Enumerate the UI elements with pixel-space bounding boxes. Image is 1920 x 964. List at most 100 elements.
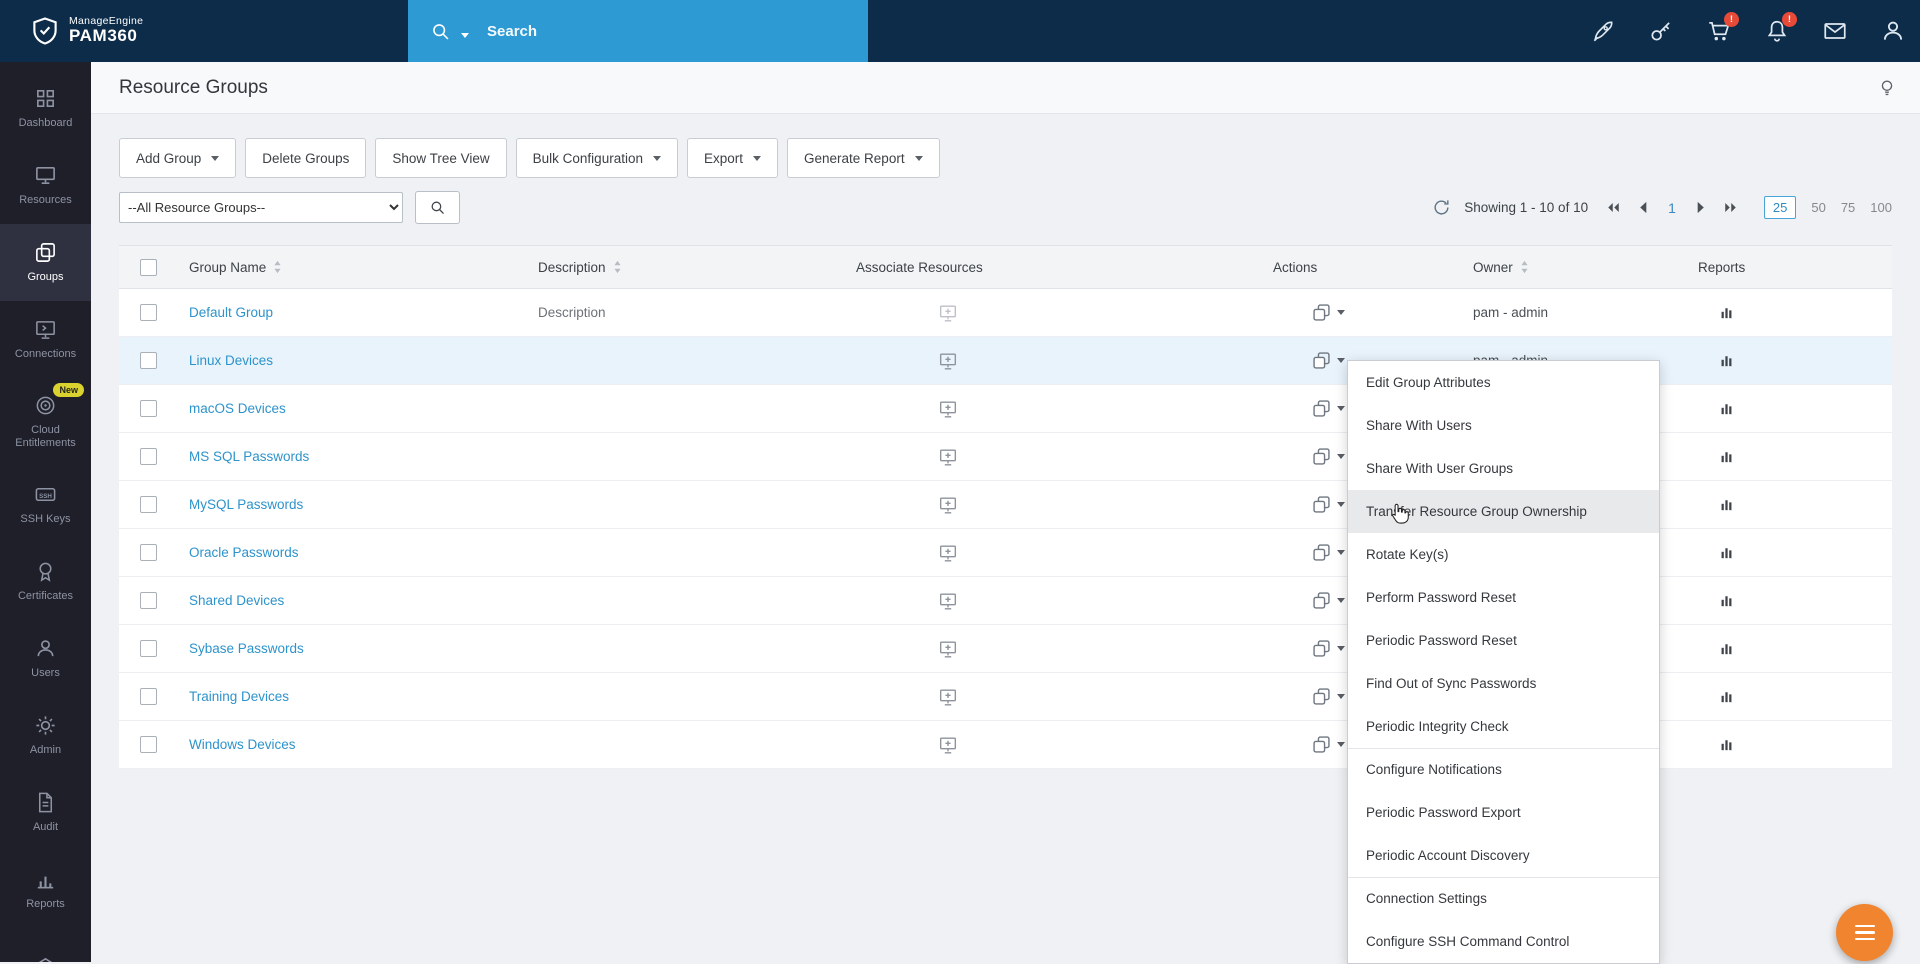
first-page-button[interactable] <box>1606 200 1621 215</box>
generate-report-button[interactable]: Generate Report <box>787 138 940 178</box>
store-button[interactable]: ! <box>1706 18 1732 44</box>
filter-search-button[interactable] <box>415 191 460 224</box>
global-search[interactable] <box>408 0 868 62</box>
row-checkbox[interactable] <box>140 304 157 321</box>
reports-icon[interactable] <box>1718 496 1735 513</box>
page-size-100[interactable]: 100 <box>1870 200 1892 215</box>
menu-item-perform-password-reset[interactable]: Perform Password Reset <box>1348 576 1659 619</box>
reports-icon[interactable] <box>1718 448 1735 465</box>
associate-resources-icon[interactable] <box>937 590 959 612</box>
row-checkbox[interactable] <box>140 640 157 657</box>
sidebar-item-groups[interactable]: Groups <box>0 224 91 301</box>
group-name-link[interactable]: Training Devices <box>189 689 289 704</box>
row-checkbox[interactable] <box>140 592 157 609</box>
search-scope-caret-icon[interactable] <box>461 33 469 38</box>
sidebar-item-reports[interactable]: Reports <box>0 851 91 928</box>
menu-item-rotate-keys[interactable]: Rotate Key(s) <box>1348 533 1659 576</box>
messages-button[interactable] <box>1822 18 1848 44</box>
menu-item-edit-group-attributes[interactable]: Edit Group Attributes <box>1348 361 1659 404</box>
associate-resources-icon[interactable] <box>937 350 959 372</box>
sidebar-item-certificates[interactable]: Certificates <box>0 543 91 620</box>
row-checkbox[interactable] <box>140 496 157 513</box>
password-access-button[interactable] <box>1648 18 1674 44</box>
row-checkbox[interactable] <box>140 352 157 369</box>
previous-page-button[interactable] <box>1636 200 1651 215</box>
help-tips-button[interactable] <box>1876 77 1898 99</box>
menu-item-configure-notifications[interactable]: Configure Notifications <box>1348 748 1659 791</box>
sidebar-item-cloud-entitlements[interactable]: New Cloud Entitlements <box>0 378 91 466</box>
group-name-link[interactable]: macOS Devices <box>189 401 286 416</box>
select-all-checkbox[interactable] <box>140 259 157 276</box>
group-name-link[interactable]: Windows Devices <box>189 737 296 752</box>
menu-item-periodic-password-export[interactable]: Periodic Password Export <box>1348 791 1659 834</box>
reports-icon[interactable] <box>1718 736 1735 753</box>
export-button[interactable]: Export <box>687 138 778 178</box>
menu-item-periodic-integrity-check[interactable]: Periodic Integrity Check <box>1348 705 1659 748</box>
associate-resources-icon[interactable] <box>937 446 959 468</box>
group-name-link[interactable]: Linux Devices <box>189 353 273 368</box>
add-group-button[interactable]: Add Group <box>119 138 236 178</box>
fab-menu-button[interactable] <box>1836 904 1893 961</box>
sidebar-item-partial[interactable] <box>0 928 91 962</box>
reports-icon[interactable] <box>1718 640 1735 657</box>
column-header-group-name[interactable]: Group Name <box>177 260 526 275</box>
row-checkbox[interactable] <box>140 688 157 705</box>
reports-icon[interactable] <box>1718 592 1735 609</box>
associate-resources-icon[interactable] <box>937 494 959 516</box>
group-name-link[interactable]: MS SQL Passwords <box>189 449 309 464</box>
delete-groups-button[interactable]: Delete Groups <box>245 138 366 178</box>
sidebar-item-connections[interactable]: Connections <box>0 301 91 378</box>
reports-icon[interactable] <box>1718 688 1735 705</box>
associate-resources-icon[interactable] <box>937 542 959 564</box>
sidebar-item-admin[interactable]: Admin <box>0 697 91 774</box>
menu-item-periodic-account-discovery[interactable]: Periodic Account Discovery <box>1348 834 1659 877</box>
menu-item-share-with-user-groups[interactable]: Share With User Groups <box>1348 447 1659 490</box>
row-checkbox[interactable] <box>140 400 157 417</box>
current-page-number[interactable]: 1 <box>1668 200 1676 216</box>
page-size-50[interactable]: 50 <box>1811 200 1825 215</box>
page-size-25[interactable]: 25 <box>1764 196 1796 219</box>
associate-resources-icon[interactable] <box>937 638 959 660</box>
row-checkbox[interactable] <box>140 448 157 465</box>
reports-icon[interactable] <box>1718 352 1735 369</box>
group-name-link[interactable]: Oracle Passwords <box>189 545 299 560</box>
associate-resources-icon[interactable] <box>937 686 959 708</box>
column-header-owner[interactable]: Owner <box>1461 260 1686 275</box>
group-name-link[interactable]: Default Group <box>189 305 273 320</box>
row-checkbox[interactable] <box>140 736 157 753</box>
sidebar-item-dashboard[interactable]: Dashboard <box>0 70 91 147</box>
reports-icon[interactable] <box>1718 544 1735 561</box>
sidebar-item-ssh-keys[interactable]: SSH Keys <box>0 466 91 543</box>
menu-item-configure-ssh-command-control[interactable]: Configure SSH Command Control <box>1348 920 1659 963</box>
menu-item-periodic-password-reset[interactable]: Periodic Password Reset <box>1348 619 1659 662</box>
notifications-button[interactable]: ! <box>1764 18 1790 44</box>
menu-item-connection-settings[interactable]: Connection Settings <box>1348 877 1659 920</box>
search-input[interactable] <box>485 22 809 41</box>
show-tree-view-button[interactable]: Show Tree View <box>375 138 506 178</box>
group-name-link[interactable]: Shared Devices <box>189 593 284 608</box>
associate-resources-icon[interactable] <box>937 398 959 420</box>
menu-item-find-out-of-sync-passwords[interactable]: Find Out of Sync Passwords <box>1348 662 1659 705</box>
actions-menu-button[interactable] <box>1261 302 1461 323</box>
sidebar-item-audit[interactable]: Audit <box>0 774 91 851</box>
next-page-button[interactable] <box>1693 200 1708 215</box>
actions-copy-icon <box>1311 734 1332 755</box>
column-header-description[interactable]: Description <box>526 260 844 275</box>
associate-resources-icon[interactable] <box>937 734 959 756</box>
sidebar-item-users[interactable]: Users <box>0 620 91 697</box>
last-page-button[interactable] <box>1723 200 1738 215</box>
group-name-link[interactable]: MySQL Passwords <box>189 497 303 512</box>
row-checkbox[interactable] <box>140 544 157 561</box>
bulk-configuration-button[interactable]: Bulk Configuration <box>516 138 678 178</box>
sidebar-item-resources[interactable]: Resources <box>0 147 91 224</box>
refresh-button[interactable] <box>1432 198 1451 217</box>
menu-item-share-with-users[interactable]: Share With Users <box>1348 404 1659 447</box>
reports-icon[interactable] <box>1718 304 1735 321</box>
user-menu-button[interactable] <box>1880 18 1906 44</box>
associate-resources-icon[interactable] <box>937 302 959 324</box>
resource-group-filter-select[interactable]: --All Resource Groups-- <box>119 192 403 223</box>
group-name-link[interactable]: Sybase Passwords <box>189 641 304 656</box>
reports-icon[interactable] <box>1718 400 1735 417</box>
page-size-75[interactable]: 75 <box>1841 200 1855 215</box>
announcements-button[interactable] <box>1590 18 1616 44</box>
